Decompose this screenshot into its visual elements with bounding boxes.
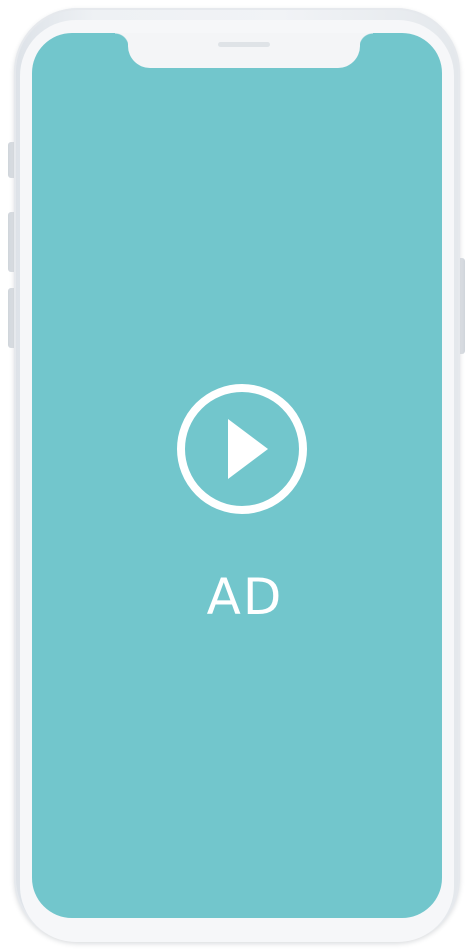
phone-notch	[115, 33, 373, 68]
play-button[interactable]	[176, 383, 308, 515]
stage: AD	[0, 0, 475, 950]
speaker-grille	[218, 42, 270, 47]
power-button	[460, 258, 465, 354]
play-circle-icon	[177, 384, 307, 514]
phone-screen: AD	[32, 33, 442, 918]
ad-label: AD	[206, 568, 284, 626]
